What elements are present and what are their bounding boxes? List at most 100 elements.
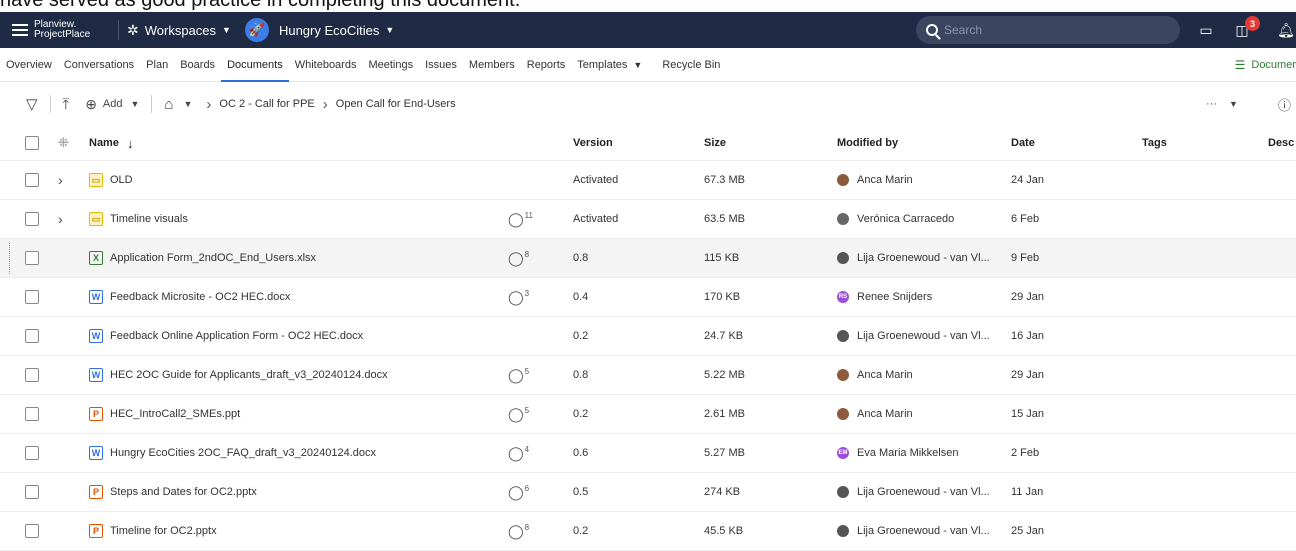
date-cell: 25 Jan	[1011, 525, 1045, 537]
tab-meetings[interactable]: Meetings	[362, 48, 419, 82]
planview-logo[interactable]: Planview. ProjectPlace	[0, 12, 110, 48]
documents-link[interactable]: ☰ Documer	[1235, 48, 1296, 82]
word-file-icon: W	[89, 368, 103, 382]
bell-icon[interactable]: 🔔︎	[1276, 20, 1296, 40]
expand-chevron-icon[interactable]: ›	[58, 200, 63, 238]
version-cell: 0.2	[573, 408, 589, 420]
row-checkbox[interactable]	[25, 368, 39, 382]
column-header-size[interactable]: Size	[704, 126, 726, 160]
file-name-link[interactable]: Timeline visuals	[110, 200, 188, 238]
date-cell: 24 Jan	[1011, 174, 1045, 186]
tab-documents[interactable]: Documents	[221, 48, 289, 82]
tab-reports[interactable]: Reports	[521, 48, 572, 82]
video-icon[interactable]: ▭	[1196, 20, 1216, 40]
modified-by-cell: RS Renee Snijders	[837, 291, 933, 303]
column-header-version[interactable]: Version	[573, 126, 613, 160]
modified-by-cell: EM Eva Maria Mikkelsen	[837, 447, 959, 459]
table-row[interactable]: W Hungry EcoCities 2OC_FAQ_draft_v3_20240…	[0, 434, 1296, 473]
chevron-down-icon: ▼	[1229, 99, 1238, 109]
project-selector[interactable]: 🚀 Hungry EcoCities ▼	[244, 12, 395, 48]
expand-chevron-icon[interactable]: ›	[58, 161, 63, 199]
table-row[interactable]: P Timeline for OC2.pptx ◯ 8 0.2 45.5 KB Lija G…	[0, 512, 1296, 551]
tab-whiteboards[interactable]: Whiteboards	[289, 48, 363, 82]
avatar	[837, 174, 849, 186]
filter-icon[interactable]: ▽	[26, 95, 38, 113]
row-checkbox[interactable]	[25, 251, 39, 265]
modified-by-cell: Lija Groenewoud - van Vl...	[837, 512, 990, 550]
table-row[interactable]: P HEC_IntroCall2_SMEs.ppt ◯ 5 0.2 2.61 MB Anca…	[0, 395, 1296, 434]
date-cell: 11 Jan	[1011, 486, 1044, 498]
column-header-description[interactable]: Desc	[1268, 126, 1294, 160]
tab-conversations[interactable]: Conversations	[58, 48, 140, 82]
more-options-button[interactable]: ··· ▼	[1206, 98, 1238, 110]
column-header-modified-by[interactable]: Modified by	[837, 126, 898, 160]
table-row[interactable]: P Steps and Dates for OC2.pptx ◯ 6 0.5 274 KB…	[0, 473, 1296, 512]
file-name-link[interactable]: Application Form_2ndOC_End_Users.xlsx	[110, 239, 316, 277]
select-all-checkbox[interactable]	[25, 136, 39, 150]
row-checkbox[interactable]	[25, 290, 39, 304]
row-checkbox[interactable]	[25, 329, 39, 343]
row-checkbox[interactable]	[25, 446, 39, 460]
comments-button[interactable]: ◯ 11	[508, 200, 533, 238]
table-row[interactable]: W Feedback Microsite - OC2 HEC.docx ◯ 3 0.4 1…	[0, 278, 1296, 317]
home-icon: ⌂	[164, 95, 174, 113]
row-checkbox[interactable]	[25, 212, 39, 226]
size-cell: 5.22 MB	[704, 369, 745, 381]
row-checkbox[interactable]	[25, 524, 39, 538]
comments-button[interactable]: ◯ 5	[508, 395, 529, 433]
file-name-link[interactable]: Steps and Dates for OC2.pptx	[110, 473, 257, 511]
avatar	[837, 330, 849, 342]
tab-plan[interactable]: Plan	[140, 48, 174, 82]
table-row[interactable]: › ▭ OLD Activated 67.3 MB Anca Marin 24 Jan	[0, 161, 1296, 200]
tab-overview[interactable]: Overview	[0, 48, 58, 82]
modified-by-cell: Anca Marin	[837, 356, 913, 394]
workspaces-menu[interactable]: ✲ Workspaces ▼	[127, 12, 231, 48]
file-name-link[interactable]: Feedback Microsite - OC2 HEC.docx	[110, 278, 290, 316]
powerpoint-file-icon: P	[89, 524, 103, 538]
file-name-link[interactable]: Feedback Online Application Form - OC2 H…	[110, 317, 363, 355]
file-name-link[interactable]: Hungry EcoCities 2OC_FAQ_draft_v3_202401…	[110, 434, 376, 472]
home-button[interactable]: ⌂ ▼	[164, 96, 192, 113]
row-checkbox[interactable]	[25, 407, 39, 421]
column-header-name[interactable]: Name ↓	[89, 126, 133, 160]
table-row[interactable]: W HEC 2OC Guide for Applicants_draft_v3_2…	[0, 356, 1296, 395]
tab-members[interactable]: Members	[463, 48, 521, 82]
documents-toolbar: ▽ ⤒ ⊕ Add ▼ ⌂ ▼ › OC 2 - Call for PPE › …	[0, 82, 1296, 126]
comments-button[interactable]: ◯ 4	[508, 434, 529, 472]
book-icon[interactable]: ◫ 3	[1232, 16, 1260, 40]
avatar	[837, 213, 849, 225]
tab-templates[interactable]: Templates ▼	[571, 48, 648, 82]
row-drag-handle[interactable]	[9, 243, 11, 274]
comments-button[interactable]: ◯ 6	[508, 473, 529, 511]
row-checkbox[interactable]	[25, 173, 39, 187]
comments-button[interactable]: ◯ 5	[508, 356, 529, 394]
add-button[interactable]: ⊕ Add ▼	[85, 96, 139, 113]
tab-boards[interactable]: Boards	[174, 48, 221, 82]
column-header-date[interactable]: Date	[1011, 126, 1035, 160]
tab-issues[interactable]: Issues	[419, 48, 463, 82]
plus-circle-icon: ⊕	[85, 95, 97, 112]
breadcrumb-item[interactable]: OC 2 - Call for PPE	[219, 98, 314, 110]
logo-small-icon: ☰	[1234, 58, 1246, 72]
row-checkbox[interactable]	[25, 485, 39, 499]
file-name-link[interactable]: HEC 2OC Guide for Applicants_draft_v3_20…	[110, 356, 388, 394]
chevron-down-icon: ▼	[385, 25, 395, 35]
comment-bubble-icon: ◯	[508, 444, 524, 461]
table-row[interactable]: › ▭ Timeline visuals ◯ 11 Activated 63.5 MB Ver…	[0, 200, 1296, 239]
comments-button[interactable]: ◯ 8	[508, 512, 529, 550]
help-icon[interactable]: ⓘ	[1278, 95, 1291, 114]
breadcrumb-chevron-icon: ›	[322, 95, 328, 113]
comments-button[interactable]: ◯ 3	[508, 278, 529, 316]
column-header-tags[interactable]: Tags	[1142, 126, 1167, 160]
search-input[interactable]: Search	[916, 16, 1180, 44]
table-row[interactable]: X Application Form_2ndOC_End_Users.xlsx ◯ 8…	[0, 239, 1296, 278]
file-name-link[interactable]: OLD	[110, 161, 133, 199]
version-cell: Activated	[573, 174, 619, 186]
modified-by-cell: Verónica Carracedo	[837, 200, 954, 238]
tab-recycle-bin[interactable]: Recycle Bin	[656, 48, 726, 82]
upload-icon[interactable]: ⤒	[63, 96, 70, 113]
file-name-link[interactable]: Timeline for OC2.pptx	[110, 512, 217, 550]
file-name-link[interactable]: HEC_IntroCall2_SMEs.ppt	[110, 395, 240, 433]
comments-button[interactable]: ◯ 8	[508, 239, 529, 277]
table-row[interactable]: W Feedback Online Application Form - OC2 …	[0, 317, 1296, 356]
